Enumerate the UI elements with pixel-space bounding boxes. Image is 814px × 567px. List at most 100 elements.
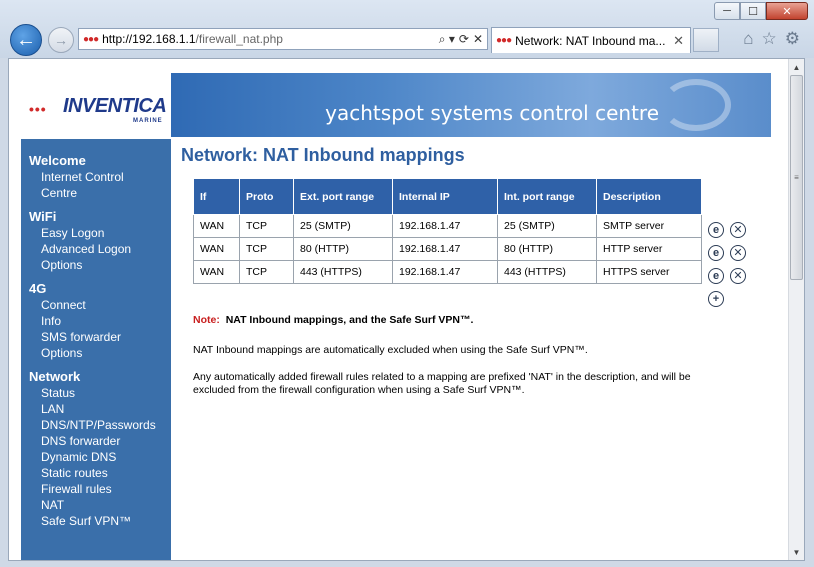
sidebar-item[interactable]: Safe Surf VPN™ [21, 513, 171, 529]
page-title: Network: NAT Inbound mappings [181, 145, 465, 165]
tab-title: Network: NAT Inbound ma... [515, 33, 666, 48]
edit-icon[interactable]: e [708, 245, 724, 261]
main-content: Network: NAT Inbound mappings If Proto E… [181, 145, 781, 397]
sidebar-section-title: Welcome [29, 153, 86, 168]
scroll-down-icon[interactable]: ▼ [789, 544, 804, 560]
logo-dots-icon: ••• [29, 101, 47, 117]
table-row: WAN TCP 443 (HTTPS) 192.168.1.47 443 (HTTPS)… [193, 260, 702, 284]
col-description: Description [596, 178, 702, 215]
row-actions: e ✕ [708, 222, 746, 238]
url-path: /firewall_nat.php [195, 32, 283, 46]
sidebar-section-wifi: WiFi Easy Logon Advanced Logon Options [21, 209, 171, 273]
sidebar-item[interactable]: Advanced Logon [21, 241, 171, 257]
table-cell: 192.168.1.47 [392, 214, 498, 238]
home-icon[interactable]: ⌂ [743, 29, 753, 49]
sidebar-item[interactable]: Centre [21, 185, 171, 201]
add-mapping-icon[interactable]: + [708, 291, 724, 307]
table-cell: WAN [193, 214, 240, 238]
nat-mappings-table: If Proto Ext. port range Internal IP Int… [193, 178, 702, 284]
sidebar-item[interactable]: SMS forwarder [21, 329, 171, 345]
sidebar-item[interactable]: Status [21, 385, 171, 401]
sidebar-item[interactable]: DNS forwarder [21, 433, 171, 449]
sidebar-item[interactable]: Firewall rules [21, 481, 171, 497]
col-int-port: Int. port range [497, 178, 597, 215]
close-window-button[interactable]: ✕ [766, 2, 808, 20]
back-button[interactable]: ← [10, 24, 42, 56]
address-bar[interactable]: ●●● http://192.168.1.1 /firewall_nat.php… [78, 28, 488, 50]
stop-icon[interactable]: ✕ [473, 32, 483, 47]
address-bar-actions: ⌕ ▾ ⟳ ✕ [439, 32, 487, 47]
col-proto: Proto [239, 178, 294, 215]
scroll-thumb[interactable]: ≡ [790, 75, 803, 280]
delete-icon[interactable]: ✕ [730, 245, 746, 261]
sidebar-item[interactable]: NAT [21, 497, 171, 513]
logo-subtitle: MARINE [133, 118, 163, 124]
vertical-scrollbar[interactable]: ▲ ≡ ▼ [788, 59, 804, 560]
site-favicon-icon: ●●● [83, 33, 99, 45]
swirl-logo-icon [661, 79, 731, 131]
page-viewport: ••• INVENTICA MARINE yachtspot systems c… [8, 58, 805, 561]
table-cell: 192.168.1.47 [392, 237, 498, 261]
sidebar-section-network: Network Status LAN DNS/NTP/Passwords DNS for… [21, 369, 171, 529]
tab-favicon-icon: ●●● [496, 35, 512, 46]
settings-gear-icon[interactable]: ⚙ [785, 29, 800, 49]
row-actions: e ✕ [708, 268, 746, 284]
url-host: http://192.168.1.1 [102, 32, 196, 46]
edit-icon[interactable]: e [708, 222, 724, 238]
table-cell: WAN [193, 237, 240, 261]
table-cell: HTTPS server [596, 260, 702, 284]
info-paragraph-2: Any automatically added firewall rules r… [193, 371, 691, 396]
banner-title: yachtspot systems control centre [325, 101, 659, 125]
delete-icon[interactable]: ✕ [730, 222, 746, 238]
sidebar-item[interactable]: Options [21, 257, 171, 273]
sidebar-item[interactable]: Dynamic DNS [21, 449, 171, 465]
maximize-button[interactable]: ☐ [740, 2, 766, 20]
add-row-actions: + [708, 291, 724, 307]
col-ext-port: Ext. port range [293, 178, 393, 215]
sidebar-section-title: Network [29, 369, 81, 384]
sidebar-section-welcome: Welcome Internet Control Centre [21, 153, 171, 201]
note-label: Note: [193, 314, 220, 326]
note: Note: NAT Inbound mappings, and the Safe… [193, 314, 781, 326]
favorites-star-icon[interactable]: ☆ [762, 29, 777, 49]
table-cell: 25 (SMTP) [497, 214, 597, 238]
scroll-up-icon[interactable]: ▲ [789, 59, 804, 75]
table-cell: SMTP server [596, 214, 702, 238]
search-icon[interactable]: ⌕ ▾ [439, 32, 455, 47]
sidebar-item[interactable]: Connect [21, 297, 171, 313]
logo-word: INVENTICA [63, 95, 167, 117]
edit-icon[interactable]: e [708, 268, 724, 284]
sidebar-item[interactable]: DNS/NTP/Passwords [21, 417, 171, 433]
new-tab-button[interactable] [693, 28, 719, 52]
sidebar-item[interactable]: Info [21, 313, 171, 329]
delete-icon[interactable]: ✕ [730, 268, 746, 284]
sidebar-item[interactable]: LAN [21, 401, 171, 417]
table-cell: TCP [239, 214, 294, 238]
row-actions: e ✕ [708, 245, 746, 261]
table-cell: TCP [239, 260, 294, 284]
table-cell: 25 (SMTP) [293, 214, 393, 238]
inventica-logo: ••• INVENTICA MARINE [21, 73, 171, 137]
forward-button[interactable]: → [48, 27, 74, 53]
refresh-icon[interactable]: ⟳ [459, 32, 469, 47]
table-row: WAN TCP 80 (HTTP) 192.168.1.47 80 (HTTP) HTTP… [193, 237, 702, 261]
sidebar-item[interactable]: Static routes [21, 465, 171, 481]
sidebar-item[interactable]: Options [21, 345, 171, 361]
note-title: NAT Inbound mappings, and the Safe Surf … [225, 314, 474, 326]
table-row: WAN TCP 25 (SMTP) 192.168.1.47 25 (SMTP) SMTP… [193, 214, 702, 238]
info-paragraph-1: NAT Inbound mappings are automatically e… [193, 344, 588, 356]
col-if: If [193, 178, 240, 215]
tab-close-icon[interactable]: ✕ [673, 33, 684, 49]
minimize-button[interactable]: ─ [714, 2, 740, 20]
sidebar-item[interactable]: Internet Control [21, 169, 171, 185]
browser-chrome: ─ ☐ ✕ ← → ●●● http://192.168.1.1 /firewa… [0, 0, 814, 58]
browser-tab[interactable]: ●●● Network: NAT Inbound ma... ✕ [491, 27, 691, 53]
table-cell: HTTP server [596, 237, 702, 261]
table-cell: 443 (HTTPS) [497, 260, 597, 284]
sidebar-item[interactable]: Easy Logon [21, 225, 171, 241]
table-cell: 80 (HTTP) [293, 237, 393, 261]
sidebar-section-4g: 4G Connect Info SMS forwarder Options [21, 281, 171, 361]
sidebar-section-title: 4G [29, 281, 47, 296]
back-arrow-icon: ← [16, 28, 36, 51]
table-cell: 443 (HTTPS) [293, 260, 393, 284]
